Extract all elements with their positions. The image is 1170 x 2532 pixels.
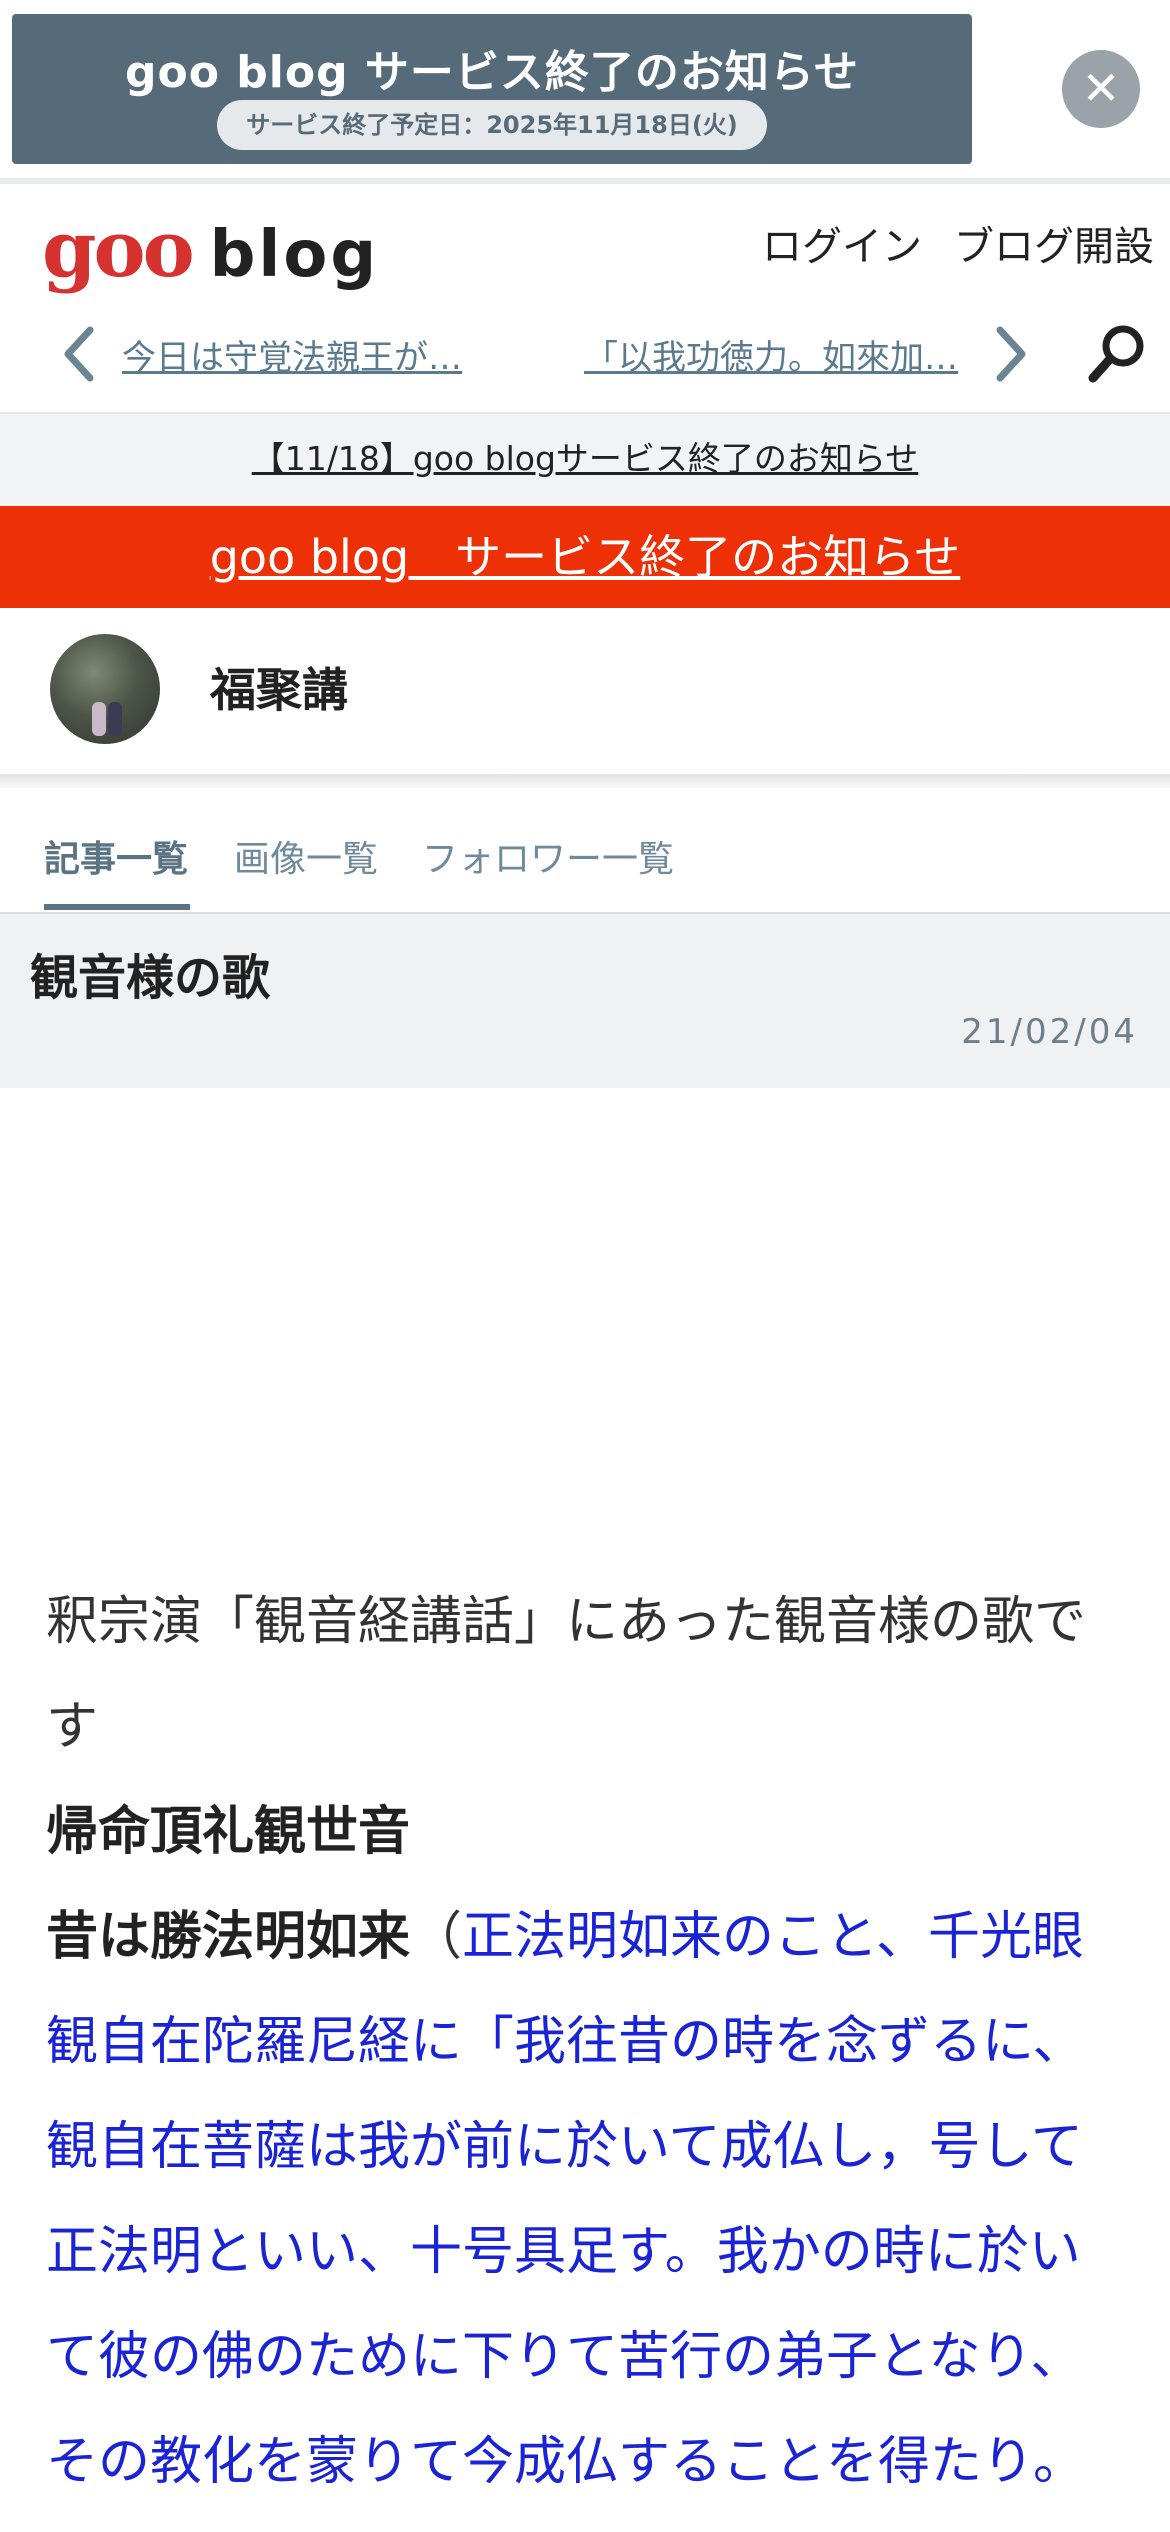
avatar-figure	[92, 702, 106, 736]
promo-area: goo blog サービス終了のお知らせ サービス終了予定日：2025年11月1…	[0, 0, 1170, 184]
prev-article-link[interactable]: 今日は守覚法親王が…	[122, 330, 517, 379]
body-line: 正法明といい、十号具足す。我かの時に於い	[46, 2200, 1136, 2305]
service-end-red-banner[interactable]: goo blog サービス終了のお知らせ	[0, 506, 1170, 608]
body-text: す	[46, 1697, 99, 1757]
service-end-promo-banner[interactable]: goo blog サービス終了のお知らせ サービス終了予定日：2025年11月1…	[12, 14, 972, 164]
body-text: 釈宗演「観音経講話」にあった観音様の歌で	[46, 1592, 1087, 1652]
body-line: その教化を蒙りて今成仏することを得たり。	[46, 2410, 1136, 2515]
service-end-notice-link[interactable]: 【11/18】goo blogサービス終了のお知らせ	[0, 412, 1170, 506]
article-header: 観音様の歌 21/02/04	[0, 914, 1170, 1088]
logo-blog-text: blog	[209, 218, 380, 292]
body-bold-text: 帰命頂礼観世音	[46, 1802, 411, 1862]
avatar-figure	[108, 702, 122, 736]
body-line: 観自在陀羅尼経に「我往昔の時を念ずるに、	[46, 1990, 1136, 2095]
body-line: て彼の佛のために下りて苦行の弟子となり、	[46, 2305, 1136, 2410]
header-links: ログイン ブログ開設	[762, 214, 1154, 272]
active-tab-indicator	[44, 904, 190, 910]
close-icon[interactable]: ✕	[1062, 50, 1140, 128]
body-blue-text: 観自在菩薩は我が前に於いて成仏し，号して	[46, 2117, 1083, 2177]
next-article-link[interactable]: 「以我功徳力。如來加…	[584, 330, 979, 379]
body-text: （	[410, 1907, 463, 1967]
blog-tabs: 記事一覧 画像一覧 フォロワー一覧	[0, 788, 1170, 914]
tab-articles[interactable]: 記事一覧	[44, 830, 188, 882]
goo-blog-logo[interactable]: goo blog	[42, 204, 379, 295]
body-blue-text: て彼の佛のために下りて苦行の弟子となり、	[46, 2327, 1083, 2387]
body-line: 釈宗演「観音経講話」にあった観音様の歌で	[46, 1570, 1136, 1675]
body-line: す	[46, 1675, 1136, 1780]
body-blue-text: 正法明如来のこと、千光眼	[462, 1907, 1084, 1967]
promo-title: goo blog サービス終了のお知らせ	[124, 47, 859, 98]
blog-profile: 福聚講	[0, 608, 1170, 774]
login-link[interactable]: ログイン	[762, 214, 922, 272]
body-line: 帰命頂礼観世音	[46, 1780, 1136, 1885]
body-line: 観自在菩薩は我が前に於いて成仏し，号して	[46, 2095, 1136, 2200]
article-nav: 今日は守覚法親王が… 「以我功徳力。如來加…	[0, 302, 1170, 412]
body-blue-text: その教化を蒙りて今成仏することを得たり。	[46, 2432, 1085, 2492]
avatar[interactable]	[50, 634, 160, 744]
article-title: 観音様の歌	[30, 950, 271, 1006]
search-icon[interactable]	[1085, 322, 1149, 386]
body-line: 昔は勝法明如来（正法明如来のこと、千光眼	[46, 1885, 1136, 1990]
body-bold-text: 昔は勝法明如来	[46, 1907, 411, 1967]
chevron-left-icon[interactable]	[60, 324, 100, 384]
tab-followers[interactable]: フォロワー一覧	[422, 830, 674, 882]
body-blue-text: 観自在陀羅尼経に「我往昔の時を念ずるに、	[46, 2012, 1085, 2072]
article-body: 釈宗演「観音経講話」にあった観音様の歌で す 帰命頂礼観世音 昔は勝法明如来（正…	[46, 1570, 1136, 2515]
chevron-right-icon[interactable]	[990, 324, 1030, 384]
divider	[0, 774, 1170, 788]
open-blog-link[interactable]: ブログ開設	[954, 214, 1154, 272]
body-blue-text: 正法明といい、十号具足す。我かの時に於い	[46, 2222, 1081, 2282]
article-date: 21/02/04	[961, 1012, 1138, 1052]
logo-goo-text: goo	[42, 204, 195, 295]
promo-end-date: サービス終了予定日：2025年11月18日(火)	[217, 100, 767, 150]
tab-images[interactable]: 画像一覧	[234, 830, 378, 882]
site-header: goo blog ログイン ブログ開設 今日は守覚法親王が… 「以我功徳力。如來…	[0, 184, 1170, 412]
blog-name[interactable]: 福聚講	[210, 654, 348, 720]
